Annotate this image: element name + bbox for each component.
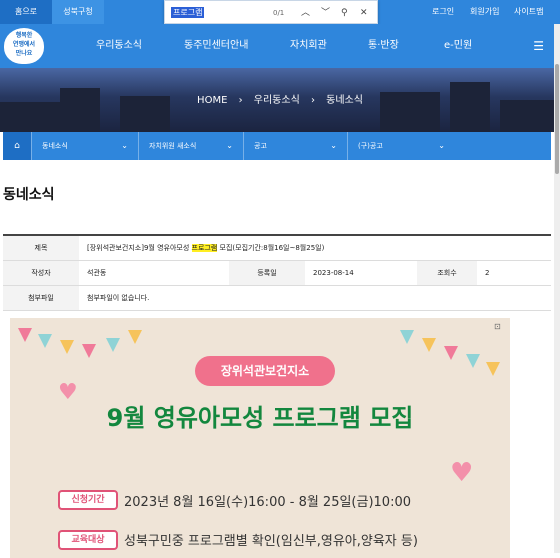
login-link[interactable]: 로그인	[432, 0, 454, 24]
subnav-label: 자치위원 새소식	[149, 142, 197, 150]
nav-item-hall[interactable]: 자치회관	[290, 24, 327, 68]
find-count: 0/1	[273, 9, 285, 17]
sitemap-link[interactable]: 사이트맵	[514, 0, 543, 24]
author-value: 석관동	[79, 259, 229, 286]
views-label: 조회수	[417, 259, 477, 286]
logo-line: 행복한	[15, 32, 33, 39]
logo-line: 연맹에서	[12, 41, 36, 48]
author-label: 작성자	[3, 259, 79, 286]
find-bar: 프로그램 0/1 ︿ ﹀ ⚲ ✕	[164, 0, 378, 24]
hero-banner: HOME › 우리동소식 › 동네소식	[0, 68, 560, 132]
subnav-dropdown-2[interactable]: 자치위원 새소식 ⌄	[138, 132, 243, 160]
main-nav: 우리동소식 동주민센터안내 자치회관 통·반장 e-민원 ☰	[0, 24, 560, 68]
subnav-label: 공고	[254, 142, 267, 150]
home-link[interactable]: 홈으로	[0, 0, 52, 24]
crumb-home[interactable]: HOME	[197, 95, 227, 106]
close-icon[interactable]: ✕	[360, 1, 368, 25]
menu-icon[interactable]: ☰	[533, 24, 544, 68]
poster-target: 성북구민중 프로그램별 확인(임신부,영유아,양육자 등)	[124, 534, 418, 549]
filter-icon[interactable]: ⚲	[341, 1, 348, 25]
subnav-dropdown-4[interactable]: (구)공고 ⌄	[347, 132, 455, 160]
scrollbar-thumb[interactable]	[555, 64, 559, 174]
find-highlight: 프로그램	[191, 243, 218, 252]
subject-value: [장위석관보건지소]9월 영유아모성 프로그램 모집(모집기간:8월16일~8월…	[79, 234, 551, 261]
poster-period-label: 신청기간	[58, 490, 118, 510]
chevron-up-icon[interactable]: ︿	[301, 1, 310, 25]
subject-label: 제목	[3, 234, 79, 261]
logo-line: 만나요	[15, 50, 33, 57]
poster-image: ♥ ♥ 장위석관보건지소 9월 영유아모성 프로그램 모집 신청기간 2023년…	[10, 318, 510, 558]
poster-org: 장위석관보건지소	[195, 356, 335, 386]
attach-label: 첨부파일	[3, 284, 79, 311]
find-input[interactable]: 프로그램	[171, 7, 205, 18]
expand-icon[interactable]: ⊡	[494, 322, 501, 331]
poster-title: 9월 영유아모성 프로그램 모집	[106, 404, 414, 432]
site-logo[interactable]: 행복한 연맹에서 만나요	[4, 28, 44, 64]
nav-item-tongban[interactable]: 통·반장	[368, 24, 399, 68]
nav-item-news[interactable]: 우리동소식	[96, 24, 142, 68]
crumb-news[interactable]: 우리동소식	[254, 95, 300, 106]
date-label: 등록일	[229, 259, 305, 286]
poster-period: 2023년 8월 16일(수)16:00 - 8월 25일(금)10:00	[124, 495, 411, 510]
attach-value: 첨부파일이 없습니다.	[79, 284, 551, 311]
district-link[interactable]: 성북구청	[52, 0, 104, 24]
views-value: 2	[477, 259, 551, 286]
signup-link[interactable]: 회원가입	[470, 0, 499, 24]
scrollbar[interactable]	[554, 24, 560, 553]
chevron-down-icon: ⌄	[226, 141, 233, 150]
subnav-label: (구)공고	[358, 142, 383, 150]
date-value: 2023-08-14	[305, 259, 417, 286]
crumb-current: 동네소식	[326, 95, 363, 106]
nav-item-eminwon[interactable]: e-민원	[444, 24, 472, 68]
subject-text: [장위석관보건지소]9월 영유아모성	[87, 243, 192, 252]
subnav-label: 동네소식	[42, 142, 68, 150]
chevron-down-icon: ⌄	[438, 141, 445, 150]
subject-text: 모집(모집기간:8월16일~8월25일)	[217, 243, 325, 252]
chevron-down-icon: ⌄	[330, 141, 337, 150]
page-title: 동네소식	[3, 187, 55, 203]
heart-icon: ♥	[450, 458, 474, 488]
sub-nav: ⌂ 동네소식 ⌄ 자치위원 새소식 ⌄ 공고 ⌄ (구)공고 ⌄	[3, 132, 551, 160]
breadcrumb: HOME › 우리동소식 › 동네소식	[0, 91, 560, 106]
post-info-table: 제목 [장위석관보건지소]9월 영유아모성 프로그램 모집(모집기간:8월16일…	[3, 234, 551, 311]
chevron-down-icon: ⌄	[121, 141, 128, 150]
home-icon[interactable]: ⌂	[3, 132, 31, 160]
chevron-down-icon[interactable]: ﹀	[321, 1, 330, 25]
crumb-sep: ›	[310, 95, 315, 106]
crumb-sep: ›	[238, 95, 243, 106]
nav-item-center[interactable]: 동주민센터안내	[184, 24, 248, 68]
subnav-dropdown-3[interactable]: 공고 ⌄	[243, 132, 347, 160]
poster-target-label: 교육대상	[58, 530, 118, 550]
subnav-dropdown-1[interactable]: 동네소식 ⌄	[31, 132, 138, 160]
